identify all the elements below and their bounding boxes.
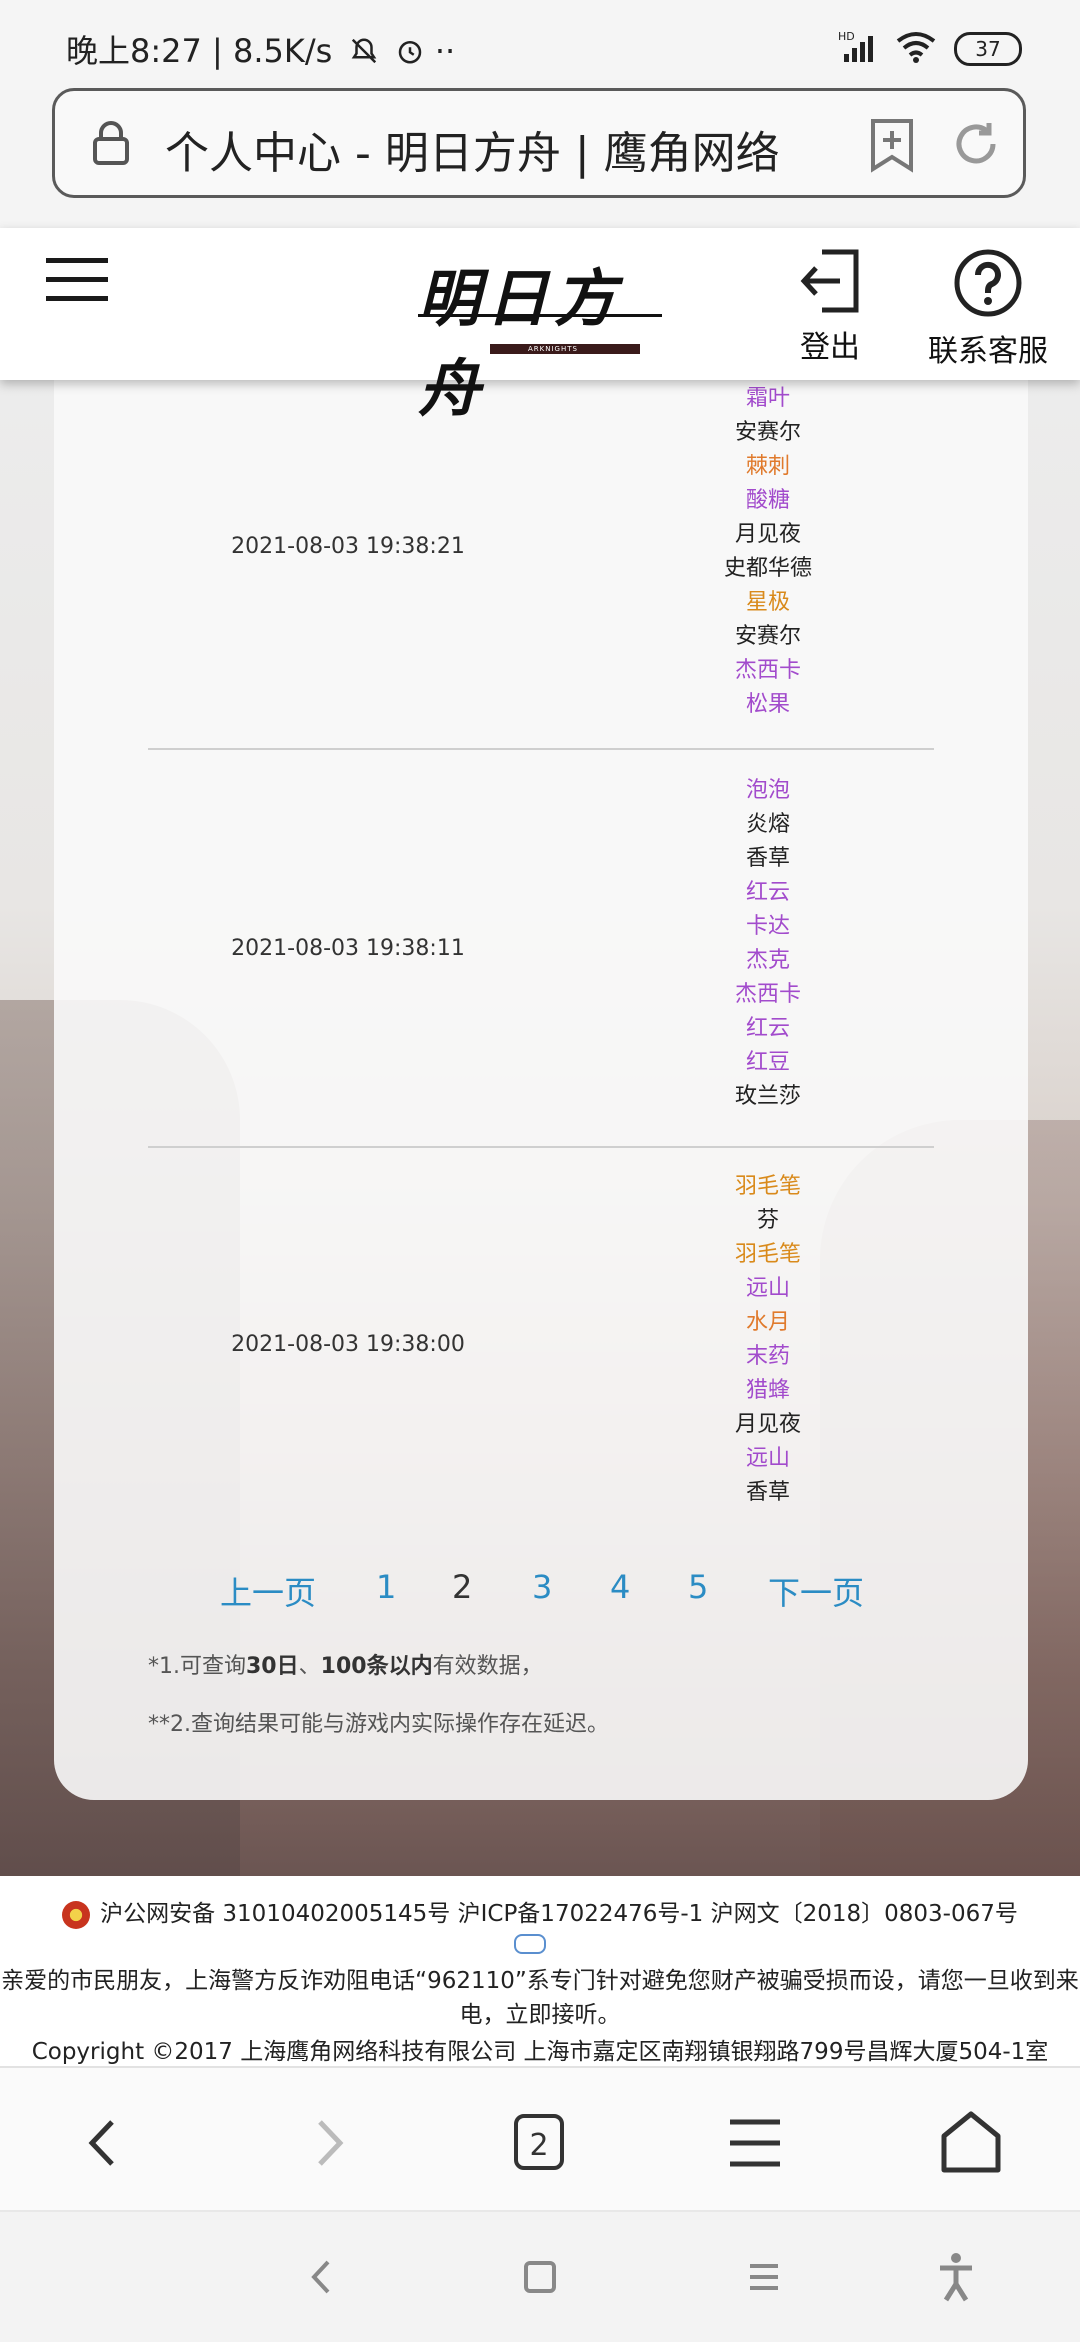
add-bookmark-icon[interactable] <box>867 117 917 173</box>
operator-list: 泡泡 炎熔 香草 红云 卡达 杰克 杰西卡 红云 红豆 玫兰莎 <box>698 774 838 1114</box>
home-icon[interactable] <box>936 2108 1006 2178</box>
operator-name: 卡达 <box>745 914 790 939</box>
page-link-5[interactable]: 5 <box>688 1568 708 1606</box>
page-link-4[interactable]: 4 <box>610 1568 630 1606</box>
footer-anti-fraud-notice: 亲爱的市民朋友，上海警方反诈劝阻电话“962110”系专门针对避免您财产被骗受损… <box>1 1968 1079 2028</box>
operator-name: 月见夜 <box>734 1412 801 1437</box>
record-time: 2021-08-03 19:38:21 <box>231 534 465 559</box>
logo-text: 明日方舟 <box>418 262 623 425</box>
police-emblem-icon <box>62 1900 91 1929</box>
system-navigation-bar <box>0 2210 1080 2342</box>
logout-label: 登出 <box>800 330 860 365</box>
page-link-3[interactable]: 3 <box>532 1568 552 1606</box>
operator-name: 霜叶 <box>745 386 790 411</box>
note-1: *1.可查询30日、100条以内有效数据， <box>148 1654 543 1679</box>
status-left: 晚上8:27 | 8.5K/s ·· <box>66 32 456 70</box>
operator-name: 红云 <box>745 1016 790 1041</box>
menu-icon[interactable] <box>720 2108 790 2178</box>
operator-name: 香草 <box>745 1480 790 1505</box>
operator-name: 松果 <box>745 692 790 717</box>
operator-name: 泡泡 <box>745 778 790 803</box>
status-bar: 晚上8:27 | 8.5K/s ·· HD 37 <box>0 0 1080 90</box>
logout-icon <box>798 249 862 318</box>
operator-name: 安赛尔 <box>734 420 801 445</box>
record-row: 2021-08-03 19:38:11 泡泡 炎熔 香草 红云 卡达 杰克 杰西… <box>148 750 934 1148</box>
operator-name: 红云 <box>745 880 790 905</box>
back-icon[interactable] <box>70 2108 140 2178</box>
site-footer: 沪公网安备 31010402005145号 沪ICP备17022476号-1 沪… <box>0 1876 1080 2066</box>
operator-name: 远山 <box>745 1446 790 1471</box>
status-right: HD 37 <box>838 30 1022 68</box>
record-time: 2021-08-03 19:38:11 <box>231 936 465 961</box>
operator-name: 安赛尔 <box>734 624 801 649</box>
operator-name: 羽毛笔 <box>734 1242 801 1267</box>
operator-name: 炎熔 <box>745 812 790 837</box>
mute-icon <box>343 32 389 70</box>
accessibility-icon[interactable] <box>936 2242 1006 2312</box>
hamburger-menu-icon[interactable] <box>46 258 108 308</box>
small-badge-icon <box>514 1934 546 1954</box>
svg-text:HD: HD <box>838 30 855 43</box>
note-2: **2.查询结果可能与游戏内实际操作存在延迟。 <box>148 1712 609 1737</box>
operator-name: 酸糖 <box>745 488 790 513</box>
tabs-icon[interactable]: 2 <box>506 2108 576 2178</box>
operator-name: 杰西卡 <box>734 982 801 1007</box>
operator-name: 棘刺 <box>745 454 790 479</box>
browser-toolbar: 2 <box>0 2066 1080 2212</box>
reload-icon[interactable] <box>949 117 1003 171</box>
record-row: 2021-08-03 19:38:21 霜叶 安赛尔 棘刺 酸糖 月见夜 史都华… <box>148 380 934 750</box>
operator-list: 羽毛笔 芬 羽毛笔 远山 水月 末药 猎蜂 月见夜 远山 香草 <box>698 1170 838 1510</box>
recruit-history-card: 2021-08-03 19:38:21 霜叶 安赛尔 棘刺 酸糖 月见夜 史都华… <box>54 380 1028 1800</box>
operator-name: 香草 <box>745 846 790 871</box>
page-title[interactable]: 个人中心 - 明日方舟 | 鹰角网络 <box>165 117 855 181</box>
network-speed: 8.5K/s <box>233 32 333 70</box>
logo-subtext: ARKNIGHTS <box>528 345 578 353</box>
svg-text:2: 2 <box>529 2128 548 2163</box>
operator-name: 远山 <box>745 1276 790 1301</box>
status-extra: ·· <box>434 32 456 70</box>
operator-name: 杰西卡 <box>734 658 801 683</box>
operator-name: 芬 <box>756 1208 779 1233</box>
wifi-icon <box>896 31 936 67</box>
help-icon <box>953 249 1023 322</box>
operator-name: 猎蜂 <box>745 1378 790 1403</box>
operator-name: 杰克 <box>745 948 790 973</box>
battery-indicator: 37 <box>954 32 1022 66</box>
operator-name: 红豆 <box>745 1050 790 1075</box>
status-time: 晚上8:27 <box>66 32 202 70</box>
pagination: 上一页 1 2 3 4 5 下一页 <box>54 1568 1028 1628</box>
prev-page-link[interactable]: 上一页 <box>220 1568 316 1614</box>
operator-name: 末药 <box>745 1344 790 1369</box>
customer-service-label: 联系客服 <box>928 334 1048 369</box>
footer-license-line: 沪公网安备 31010402005145号 沪ICP备17022476号-1 沪… <box>0 1894 1080 1929</box>
alarm-icon <box>389 32 435 70</box>
footer-copyright: Copyright ©2017 上海鹰角网络科技有限公司 上海市嘉定区南翔镇银翔… <box>31 2039 1049 2065</box>
system-recents-icon[interactable] <box>744 2242 814 2312</box>
page-link-1[interactable]: 1 <box>376 1568 396 1606</box>
page-link-2-current: 2 <box>452 1568 473 1606</box>
arknights-logo[interactable]: 明日方舟 ARKNIGHTS <box>418 248 662 425</box>
lock-icon <box>91 121 131 165</box>
operator-name: 羽毛笔 <box>734 1174 801 1199</box>
signal-icon: HD <box>838 30 878 68</box>
customer-service-button[interactable]: 联系客服 <box>908 248 1068 370</box>
operator-name: 玫兰莎 <box>734 1084 801 1109</box>
next-page-link[interactable]: 下一页 <box>768 1568 864 1614</box>
system-home-icon[interactable] <box>520 2242 590 2312</box>
operator-name: 月见夜 <box>734 522 801 547</box>
record-row: 2021-08-03 19:38:00 羽毛笔 芬 羽毛笔 远山 水月 末药 猎… <box>148 1148 934 1544</box>
operator-name: 史都华德 <box>723 556 812 581</box>
forward-icon[interactable] <box>292 2108 362 2178</box>
site-header: 明日方舟 ARKNIGHTS 登出 联系客服 <box>0 228 1080 425</box>
logout-button[interactable]: 登出 <box>780 248 880 366</box>
operator-list: 霜叶 安赛尔 棘刺 酸糖 月见夜 史都华德 星极 安赛尔 杰西卡 松果 <box>698 382 838 722</box>
record-time: 2021-08-03 19:38:00 <box>231 1332 465 1357</box>
url-bar[interactable]: 个人中心 - 明日方舟 | 鹰角网络 <box>52 88 1026 198</box>
operator-name: 水月 <box>745 1310 790 1335</box>
system-back-icon[interactable] <box>300 2242 370 2312</box>
operator-name: 星极 <box>745 590 790 615</box>
